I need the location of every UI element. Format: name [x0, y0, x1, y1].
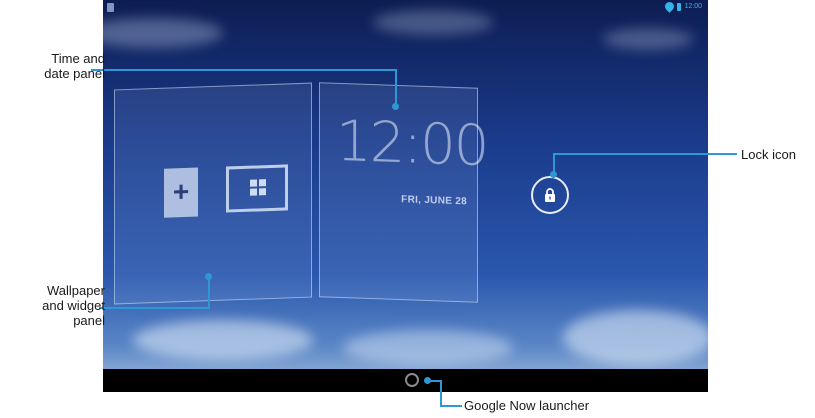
- callout-line: [553, 153, 737, 155]
- label-line: and widget: [42, 298, 105, 313]
- callout-dot: [392, 103, 399, 110]
- navigation-bar: [103, 369, 708, 392]
- cloud: [603, 28, 693, 50]
- status-indicators: 12:00: [663, 0, 702, 13]
- add-widget-button[interactable]: +: [164, 167, 198, 218]
- callout-dot: [550, 171, 557, 178]
- wallpaper-widget-panel[interactable]: +: [114, 82, 312, 305]
- cloud: [133, 320, 313, 360]
- google-now-launcher-label: Google Now launcher: [464, 398, 590, 413]
- callout-line: [91, 69, 396, 71]
- lock-button[interactable]: [531, 176, 569, 214]
- callout-line: [553, 153, 555, 173]
- clock-time: 12:00: [336, 108, 488, 180]
- time-date-panel-label: Time and date panel: [5, 51, 105, 81]
- lockscreen: 12:00 + 12:00 FRI, JUNE 28: [103, 0, 708, 392]
- wallpaper-widget-panel-label: Wallpaper and widget panel: [5, 283, 105, 328]
- lock-icon: [545, 188, 555, 202]
- callout-line: [99, 307, 209, 309]
- clock-date: FRI, JUNE 28: [401, 194, 467, 208]
- callout-line: [440, 405, 462, 407]
- status-bar: 12:00: [103, 0, 708, 16]
- callout-line: [427, 380, 441, 382]
- callout-line: [208, 276, 210, 309]
- status-time: 12:00: [684, 3, 702, 10]
- label-line: panel: [73, 313, 105, 328]
- cloud: [343, 330, 513, 365]
- google-now-launcher-button[interactable]: [405, 373, 419, 387]
- battery-icon: [677, 2, 682, 11]
- cloud: [103, 18, 223, 48]
- callout-line: [395, 69, 397, 106]
- wifi-icon: [663, 0, 677, 13]
- callout-dot: [205, 273, 212, 280]
- lock-icon-label: Lock icon: [741, 147, 796, 162]
- time-date-panel[interactable]: 12:00 FRI, JUNE 28: [319, 82, 488, 303]
- widget-button[interactable]: [226, 164, 288, 213]
- notification-icon: [107, 3, 114, 12]
- cloud: [563, 310, 708, 365]
- widgets-icon: [250, 179, 266, 196]
- callout-line: [440, 380, 442, 407]
- label-line: Time and: [51, 51, 105, 66]
- label-line: date panel: [44, 66, 105, 81]
- label-line: Wallpaper: [46, 283, 105, 298]
